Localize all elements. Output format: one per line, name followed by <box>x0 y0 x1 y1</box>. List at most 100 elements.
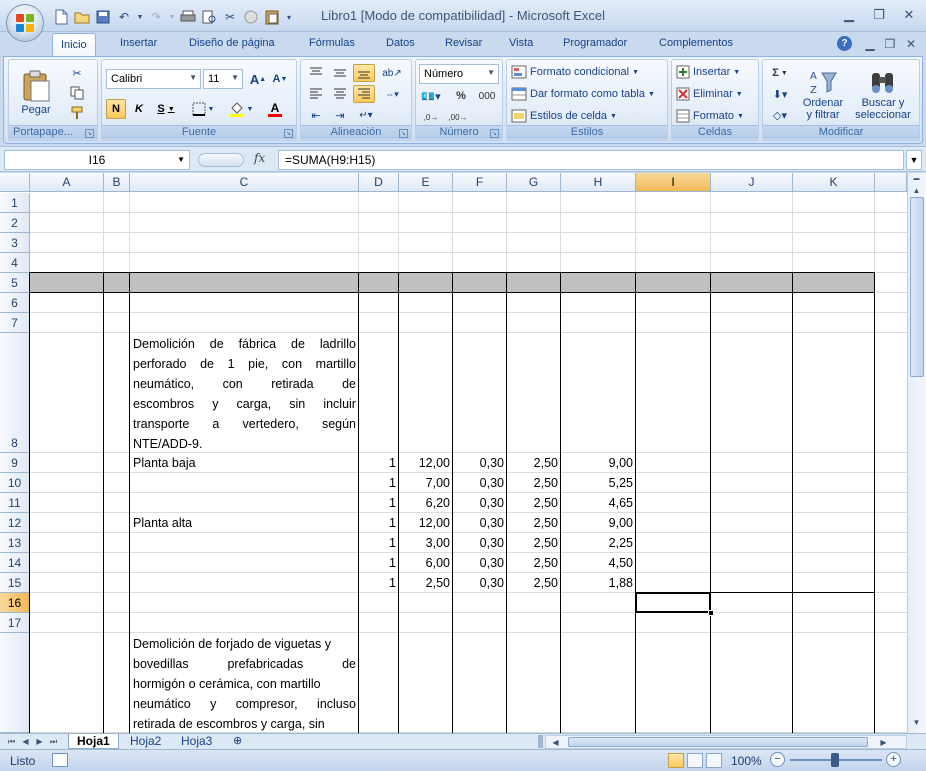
total-importe[interactable] <box>793 593 875 613</box>
align-middle-icon[interactable] <box>329 64 351 82</box>
scroll-left-icon[interactable]: ◀ <box>548 735 563 750</box>
line-parcial[interactable]: 4,50 <box>561 553 636 573</box>
tab-inicio[interactable]: Inicio <box>52 33 96 57</box>
column-header-b[interactable]: B <box>104 173 130 192</box>
increase-decimal-icon[interactable]: ,0→ <box>419 108 443 126</box>
redo-dropdown-icon[interactable]: ▼ <box>168 8 176 26</box>
line-units[interactable]: 1 <box>359 493 399 513</box>
merge-cells-icon[interactable]: ⇔▾ <box>379 85 405 103</box>
next-sheet-icon[interactable]: ▶ <box>32 734 47 749</box>
chapter-code[interactable] <box>30 293 104 313</box>
workbook-restore-icon[interactable]: ❐ <box>882 36 898 52</box>
copy-icon[interactable] <box>67 84 87 102</box>
column-header-d[interactable]: D <box>359 173 399 192</box>
dialog-launcher-icon[interactable]: ↘ <box>399 129 408 138</box>
tab-revisar[interactable]: Revisar <box>443 37 484 49</box>
line-alto[interactable]: 2,50 <box>507 473 561 493</box>
line-alto[interactable]: 2,50 <box>507 493 561 513</box>
office-button[interactable] <box>6 4 44 42</box>
vertical-scrollbar[interactable]: ▬ ▲ ▼ <box>907 173 926 733</box>
undo-dropdown-icon[interactable]: ▼ <box>136 8 144 26</box>
horizontal-scroll-thumb[interactable] <box>568 737 868 747</box>
line-units[interactable]: 1 <box>359 573 399 593</box>
page-break-view-icon[interactable] <box>706 753 722 768</box>
restore-icon[interactable]: ❐ <box>868 6 890 24</box>
header-cell-4[interactable] <box>359 273 399 293</box>
tab-datos[interactable]: Datos <box>384 37 417 49</box>
active-cell-border[interactable] <box>635 592 711 613</box>
align-top-icon[interactable] <box>305 64 327 82</box>
cut-scissors-icon[interactable]: ✂ <box>221 8 239 26</box>
tab-vista[interactable]: Vista <box>507 37 535 49</box>
line-largo[interactable]: 6,20 <box>399 493 453 513</box>
text-orientation-icon[interactable]: ab↗ <box>379 64 405 82</box>
align-right-icon[interactable] <box>353 85 375 103</box>
insert-cells-button[interactable]: Insertar ▼ <box>676 65 740 79</box>
help-icon[interactable]: ? <box>837 36 852 51</box>
column-header-j[interactable]: J <box>711 173 793 192</box>
line-description[interactable] <box>130 493 359 513</box>
line-largo[interactable]: 12,00 <box>399 513 453 533</box>
line-units[interactable]: 1 <box>359 473 399 493</box>
tab-split-handle[interactable] <box>538 735 543 748</box>
shrink-font-button[interactable]: A ▼ <box>270 69 290 89</box>
find-select-button[interactable]: Buscar y seleccionar <box>851 62 915 126</box>
row-header-13[interactable]: 13 <box>0 533 30 553</box>
zoom-out-icon[interactable]: − <box>770 752 785 767</box>
line-description[interactable] <box>130 553 359 573</box>
row-header-6[interactable]: 6 <box>0 293 30 313</box>
header-cell-9[interactable] <box>636 273 711 293</box>
line-alto[interactable]: 2,50 <box>507 573 561 593</box>
increase-indent-icon[interactable]: ⇥ <box>329 106 351 124</box>
font-name-combo[interactable]: Calibri ▼ <box>106 69 201 89</box>
row-header-14[interactable]: 14 <box>0 553 30 573</box>
line-ancho[interactable]: 0,30 <box>453 553 507 573</box>
line-parcial[interactable]: 1,88 <box>561 573 636 593</box>
dialog-launcher-icon[interactable]: ↘ <box>490 129 499 138</box>
circle-icon[interactable] <box>242 8 260 26</box>
header-cell-5[interactable] <box>399 273 453 293</box>
close-icon[interactable]: ✕ <box>898 6 920 24</box>
align-left-icon[interactable] <box>305 85 327 103</box>
expand-formula-bar-icon[interactable]: ▼ <box>906 150 922 170</box>
save-icon[interactable] <box>94 8 112 26</box>
line-largo[interactable]: 3,00 <box>399 533 453 553</box>
redo-icon[interactable]: ↷ <box>147 8 165 26</box>
horizontal-scrollbar[interactable]: ◀ ▶ <box>545 735 907 749</box>
sheet-tab-hoja3[interactable]: Hoja3 <box>173 734 220 749</box>
number-format-combo[interactable]: Número ▼ <box>419 64 499 84</box>
line-ancho[interactable]: 0,30 <box>453 473 507 493</box>
fill-color-button[interactable]: ▼ <box>226 99 256 119</box>
customize-qat-icon[interactable]: ▾ <box>284 8 294 26</box>
conditional-format-button[interactable]: Formato condicional ▼ <box>511 65 639 79</box>
column-header-c[interactable]: C <box>130 173 359 192</box>
line-parcial[interactable]: 9,00 <box>561 453 636 473</box>
row-header-4[interactable]: 4 <box>0 253 30 273</box>
normal-view-icon[interactable] <box>668 753 684 768</box>
line-ancho[interactable]: 0,30 <box>453 453 507 473</box>
item-code[interactable] <box>30 334 104 354</box>
row-header-15[interactable]: 15 <box>0 573 30 593</box>
header-cell-8[interactable] <box>561 273 636 293</box>
tab-programador[interactable]: Programador <box>561 37 629 49</box>
line-largo[interactable]: 2,50 <box>399 573 453 593</box>
dialog-launcher-icon[interactable]: ↘ <box>284 129 293 138</box>
format-painter-icon[interactable] <box>67 104 87 122</box>
autosum-button[interactable]: Σ ▼ <box>767 64 793 82</box>
line-description[interactable] <box>130 573 359 593</box>
formula-input[interactable]: =SUMA(H9:H15) <box>278 150 904 170</box>
line-units[interactable]: 1 <box>359 513 399 533</box>
workbook-minimize-icon[interactable]: ▁ <box>862 36 878 52</box>
header-cell-10[interactable] <box>711 273 793 293</box>
cell-a2[interactable] <box>30 213 104 233</box>
font-color-button[interactable]: A <box>260 99 290 119</box>
fill-down-icon[interactable]: ⬇▾ <box>767 85 793 103</box>
format-as-table-button[interactable]: Dar formato como tabla ▼ <box>511 87 655 101</box>
sheet-tab-hoja1[interactable]: Hoja1 <box>68 734 119 749</box>
zoom-in-icon[interactable]: + <box>886 752 901 767</box>
line-description[interactable]: Planta baja <box>130 453 359 473</box>
line-units[interactable]: 1 <box>359 553 399 573</box>
dialog-launcher-icon[interactable]: ↘ <box>85 129 94 138</box>
sort-filter-button[interactable]: AZ Ordenar y filtrar <box>797 62 849 126</box>
item-unit[interactable] <box>104 433 130 453</box>
